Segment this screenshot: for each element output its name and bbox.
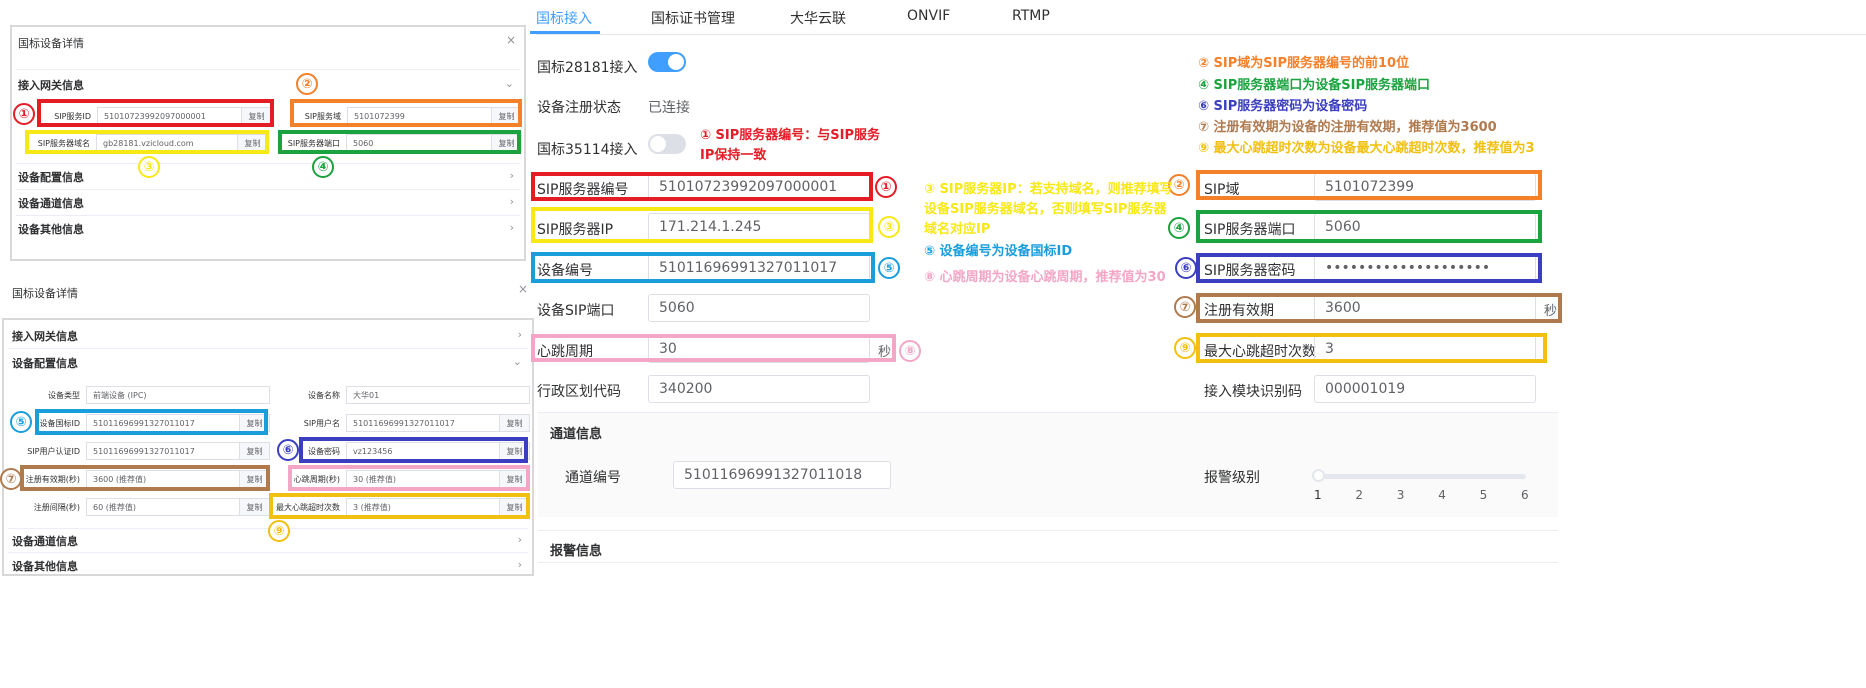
field-sip-user: SIP用户名 51011696991327011017 复制 bbox=[274, 414, 530, 432]
marker-3: ③ bbox=[878, 216, 900, 238]
tab-dahua-cloud[interactable]: 大华云联 bbox=[790, 8, 846, 28]
annotation-6: ⑥ SIP服务器密码为设备密码 bbox=[1198, 99, 1368, 114]
alarm-level-label: 报警级别 bbox=[1204, 470, 1260, 486]
tab-rtmp[interactable]: RTMP bbox=[1012, 8, 1050, 24]
annotation-2: ② SIP域为SIP服务器编号的前10位 bbox=[1198, 56, 1410, 71]
annotation-9: ⑨ 最大心跳超时次数为设备最大心跳超时次数，推荐值为3 bbox=[1198, 141, 1535, 156]
annotation-7: ⑦ 注册有效期为设备的注册有效期，推荐值为3600 bbox=[1198, 120, 1497, 135]
marker-9: ⑨ bbox=[1174, 337, 1196, 359]
chevron-down-icon: ⌄ bbox=[512, 355, 522, 368]
section-gateway[interactable]: 接入网关信息 ⌄ bbox=[18, 77, 514, 93]
channel-section-title: 通道信息 bbox=[550, 427, 603, 442]
reg-status-label: 设备注册状态 bbox=[537, 100, 621, 116]
alarm-level-tick: 5 bbox=[1479, 488, 1488, 502]
module-code-input[interactable]: 000001019 bbox=[1314, 375, 1536, 403]
marker-8: ⑧ bbox=[899, 340, 921, 362]
gb28181-toggle[interactable] bbox=[648, 52, 686, 72]
marker-2: ② bbox=[296, 73, 318, 95]
chevron-right-icon: › bbox=[509, 221, 514, 234]
field-reg-interval: 注册间隔(秒) 60 (推荐值) 复制 bbox=[14, 498, 270, 516]
annotation-3: ③ SIP服务器IP：若支持域名，则推荐填写设备SIP服务器域名，否则填写SIP… bbox=[924, 182, 1173, 237]
channel-no-label: 通道编号 bbox=[565, 470, 621, 486]
alarm-level-tick: 2 bbox=[1355, 488, 1364, 502]
field-device-type: 设备类型 前端设备 (IPC) bbox=[14, 386, 270, 404]
copy-button[interactable]: 复制 bbox=[500, 414, 530, 432]
marker-6: ⑥ bbox=[277, 439, 299, 461]
annotation-1: ① SIP服务器编号：与SIP服务IP保持一致 bbox=[700, 128, 880, 163]
chevron-right-icon: › bbox=[517, 558, 522, 571]
section-other[interactable]: 设备其他信息 › bbox=[18, 221, 514, 237]
reg-status-value: 已连接 bbox=[648, 100, 690, 116]
alarm-level-tick: 3 bbox=[1396, 488, 1405, 502]
annotation-4: ④ SIP服务器端口为设备SIP服务器端口 bbox=[1198, 78, 1430, 93]
tab-cert-management[interactable]: 国标证书管理 bbox=[651, 8, 735, 28]
alarm-level-tick: 1 bbox=[1314, 488, 1322, 502]
device-sip-port-input[interactable]: 5060 bbox=[648, 294, 870, 322]
chevron-right-icon: › bbox=[517, 533, 522, 546]
marker-9: ⑨ bbox=[268, 520, 290, 542]
channel-no-input[interactable]: 51011696991327011018 bbox=[673, 461, 891, 489]
panel-title: 国标设备详情 bbox=[18, 37, 84, 50]
field-sip-auth-id: SIP用户认证ID 51011696991327011017 复制 bbox=[14, 442, 270, 460]
region-code-input[interactable]: 340200 bbox=[648, 375, 870, 403]
marker-5: ⑤ bbox=[10, 411, 32, 433]
marker-7: ⑦ bbox=[0, 468, 22, 490]
chevron-right-icon: › bbox=[509, 195, 514, 208]
alarm-level-slider-handle[interactable] bbox=[1312, 469, 1325, 482]
gb35114-label: 国标35114接入 bbox=[537, 142, 638, 158]
device-sip-port-label: 设备SIP端口 bbox=[537, 303, 615, 319]
alarm-section-title: 报警信息 bbox=[550, 544, 603, 559]
copy-button[interactable]: 复制 bbox=[240, 498, 270, 516]
annotation-5: ⑤ 设备编号为设备国标ID bbox=[924, 244, 1073, 259]
tab-gb-access[interactable]: 国标接入 bbox=[536, 8, 592, 28]
marker-4: ④ bbox=[312, 156, 334, 178]
annotation-8: ⑧ 心跳周期为设备心跳周期，推荐值为30 bbox=[924, 270, 1166, 285]
gb28181-label: 国标28181接入 bbox=[537, 60, 638, 76]
copy-button[interactable]: 复制 bbox=[240, 442, 270, 460]
marker-5: ⑤ bbox=[878, 257, 900, 279]
chevron-right-icon: › bbox=[509, 169, 514, 182]
close-icon[interactable]: × bbox=[518, 282, 528, 296]
marker-1: ① bbox=[875, 176, 897, 198]
marker-7: ⑦ bbox=[1174, 296, 1196, 318]
gb35114-toggle[interactable] bbox=[648, 134, 686, 154]
marker-1: ① bbox=[13, 103, 35, 125]
section-config[interactable]: 设备配置信息 › bbox=[18, 169, 514, 185]
section-channel[interactable]: 设备通道信息 › bbox=[18, 195, 514, 211]
section-gateway[interactable]: 接入网关信息 › bbox=[12, 328, 522, 344]
alarm-level-tick: 4 bbox=[1438, 488, 1446, 502]
tab-onvif[interactable]: ONVIF bbox=[907, 8, 950, 24]
bottom-panel-title: 国标设备详情 bbox=[12, 287, 78, 300]
alarm-level-slider-track[interactable] bbox=[1318, 474, 1526, 479]
chevron-down-icon: ⌄ bbox=[504, 77, 514, 90]
alarm-level-tick: 6 bbox=[1521, 488, 1529, 502]
section-channel[interactable]: 设备通道信息 › bbox=[12, 533, 522, 549]
section-config[interactable]: 设备配置信息 ⌄ bbox=[12, 355, 522, 371]
section-other[interactable]: 设备其他信息 › bbox=[12, 558, 522, 574]
close-icon[interactable]: × bbox=[506, 33, 516, 47]
field-device-name: 设备名称 大华01 bbox=[274, 386, 530, 404]
module-code-label: 接入模块识别码 bbox=[1204, 384, 1302, 400]
marker-3: ③ bbox=[138, 156, 160, 178]
chevron-right-icon: › bbox=[517, 328, 522, 341]
region-code-label: 行政区划代码 bbox=[537, 384, 621, 400]
